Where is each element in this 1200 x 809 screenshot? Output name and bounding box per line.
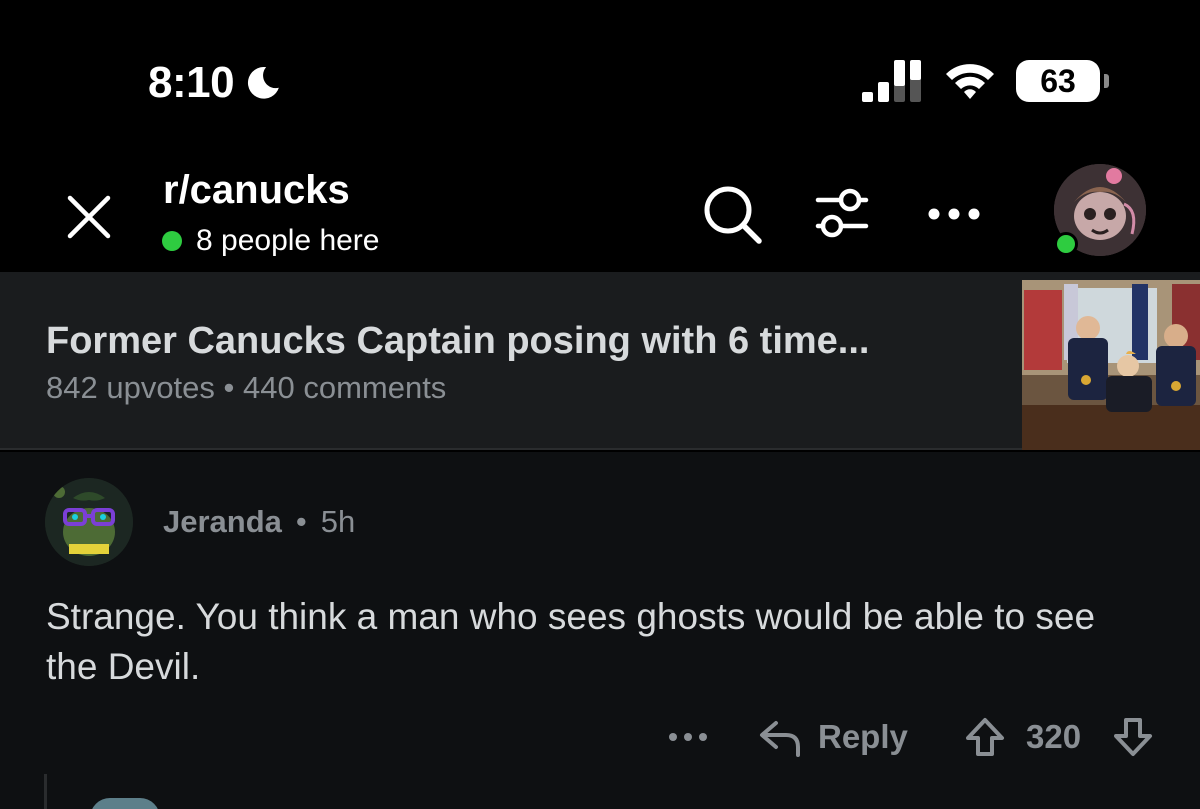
reply-button[interactable]: Reply: [758, 710, 908, 764]
comment: Jeranda • 5h Strange. You think a man wh…: [0, 452, 1200, 809]
wifi-icon: [946, 64, 994, 99]
user-avatar[interactable]: [1054, 164, 1146, 256]
downvote-arrow-icon: [1114, 718, 1152, 756]
filter-sliders-icon: [815, 188, 869, 238]
comment-author[interactable]: Jeranda: [163, 504, 282, 540]
comment-more-button[interactable]: [668, 710, 708, 764]
downvote-button[interactable]: [1112, 710, 1154, 764]
more-options-button[interactable]: [922, 182, 986, 246]
cellular-signal-icon: [862, 60, 921, 102]
thread-line[interactable]: [44, 774, 47, 809]
close-icon: [67, 195, 111, 239]
commenter-avatar[interactable]: [45, 478, 133, 566]
comment-header: Jeranda • 5h: [163, 504, 355, 540]
subreddit-name[interactable]: r/canucks: [163, 168, 350, 213]
vote-score: 320: [1026, 710, 1081, 764]
snoo-avatar-icon: [45, 478, 133, 566]
close-button[interactable]: [60, 188, 118, 246]
status-time: 8:10: [148, 58, 282, 108]
online-count: 8 people here: [162, 224, 380, 258]
comment-time: 5h: [320, 504, 356, 539]
online-text: 8 people here: [196, 224, 380, 257]
clock: 8:10: [148, 58, 235, 107]
reply-arrow-icon: [760, 721, 800, 757]
upvote-button[interactable]: [964, 710, 1006, 764]
battery-level: 63: [1040, 62, 1076, 99]
moon-icon: [248, 66, 279, 99]
post-thumbnail-image: [1022, 280, 1200, 450]
online-dot-icon: [162, 231, 182, 251]
post-thumbnail[interactable]: [1022, 280, 1200, 450]
subreddit-header: r/canucks 8 people here: [0, 150, 1200, 270]
battery-indicator: 63: [1016, 60, 1109, 102]
post-title[interactable]: Former Canucks Captain posing with 6 tim…: [46, 320, 869, 363]
post-meta: 842 upvotes • 440 comments: [46, 370, 447, 405]
filter-button[interactable]: [810, 182, 874, 246]
comment-body: Strange. You think a man who sees ghosts…: [46, 596, 1096, 687]
search-button[interactable]: [700, 182, 764, 246]
upvote-arrow-icon: [966, 718, 1004, 756]
search-icon: [704, 186, 762, 244]
post-banner[interactable]: Former Canucks Captain posing with 6 tim…: [0, 272, 1200, 450]
user-online-indicator: [1054, 232, 1078, 256]
meta-separator: •: [295, 504, 307, 539]
next-reply-avatar[interactable]: [90, 798, 160, 809]
more-horizontal-icon: [669, 733, 707, 741]
comment-actions: Reply 320: [0, 710, 1200, 764]
score-value: 320: [1026, 718, 1082, 755]
status-right: 63: [862, 58, 1109, 104]
reply-label: Reply: [818, 718, 908, 755]
more-horizontal-icon: [928, 208, 980, 220]
